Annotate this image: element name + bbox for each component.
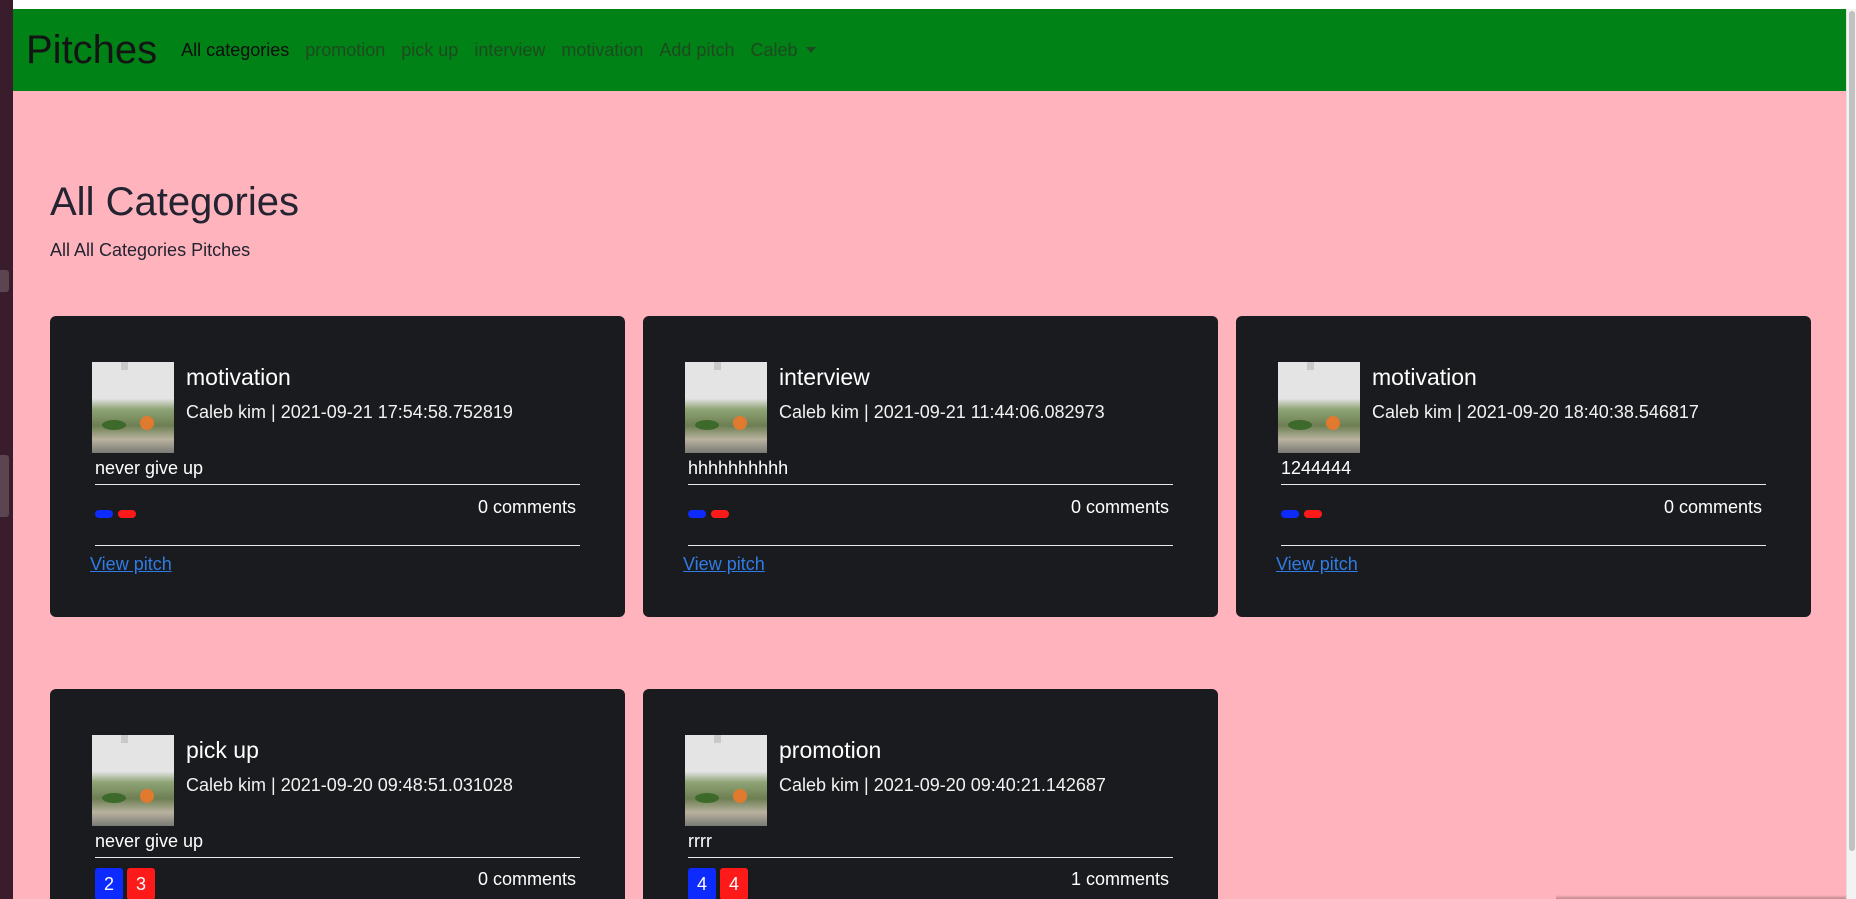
nav-link-interview[interactable]: interview [474,40,545,61]
pitch-body: hhhhhhhhhh [688,458,789,478]
comment-count: 1 comments [1070,869,1169,889]
brand-logo-link[interactable]: Pitches [26,30,157,70]
pitch-category: promotion [779,737,882,763]
divider [688,484,1173,485]
upvote-button[interactable] [1281,510,1299,518]
pitch-card: pick up Caleb kim | 2021-09-20 09:48:51.… [50,689,625,899]
divider [1281,484,1766,485]
window-shadow [1556,895,1846,899]
pitch-image [685,735,767,826]
downvote-button[interactable]: 3 [127,868,155,899]
view-pitch-link[interactable]: View pitch [90,554,172,575]
pitch-card: promotion Caleb kim | 2021-09-20 09:40:2… [643,689,1218,899]
pitch-category: pick up [186,737,259,763]
user-dropdown-toggle[interactable]: Caleb [750,40,815,61]
downvote-button[interactable]: 4 [720,868,748,899]
vote-group: 23 [95,868,159,899]
divider [688,857,1173,858]
page-subtitle: All All Categories Pitches [50,240,251,260]
pitch-body: never give up [95,458,204,478]
pitch-author-date: Caleb kim | 2021-09-20 09:48:51.031028 [186,775,513,795]
pitch-card: motivation Caleb kim | 2021-09-21 17:54:… [50,316,625,617]
navbar: Pitches All categories promotion pick up… [13,9,1846,91]
pitch-body: 1244444 [1281,458,1352,478]
upvote-button[interactable]: 2 [95,868,123,899]
dock-marker [0,270,9,292]
view-pitch-link[interactable]: View pitch [683,554,765,575]
nav-link-motivation[interactable]: motivation [561,40,643,61]
downvote-button[interactable] [711,510,729,518]
window-top-edge [13,0,1856,9]
pitch-body: rrrr [688,831,712,851]
comment-count: 0 comments [1070,497,1169,517]
divider [688,545,1173,546]
upvote-button[interactable] [95,510,113,518]
vote-group [95,505,141,523]
pitch-category: interview [779,364,870,390]
scrollbar-thumb[interactable] [1849,11,1855,851]
pitch-body: never give up [95,831,204,851]
nav-link-add-pitch[interactable]: Add pitch [659,40,734,61]
pitch-image [685,362,767,453]
vote-group [688,505,734,523]
pitch-author-date: Caleb kim | 2021-09-20 09:40:21.142687 [779,775,1106,795]
upvote-button[interactable]: 4 [688,868,716,899]
pitch-category: motivation [186,364,291,390]
divider [95,545,580,546]
pitch-card: motivation Caleb kim | 2021-09-20 18:40:… [1236,316,1811,617]
divider [95,484,580,485]
downvote-button[interactable] [1304,510,1322,518]
comment-count: 0 comments [477,869,576,889]
upvote-button[interactable] [688,510,706,518]
pitch-image [1278,362,1360,453]
comment-count: 0 comments [1663,497,1762,517]
pitch-author-date: Caleb kim | 2021-09-21 11:44:06.082973 [779,402,1105,422]
desktop-side-strip [0,0,13,899]
pitch-category: motivation [1372,364,1477,390]
pitch-image [92,362,174,453]
divider [1281,545,1766,546]
pitch-image [92,735,174,826]
vote-group: 44 [688,868,752,899]
pitch-card: interview Caleb kim | 2021-09-21 11:44:0… [643,316,1218,617]
page-scrollbar[interactable] [1846,9,1856,899]
view-pitch-link[interactable]: View pitch [1276,554,1358,575]
nav-link-pick-up[interactable]: pick up [401,40,458,61]
divider [95,857,580,858]
comment-count: 0 comments [477,497,576,517]
nav-link-promotion[interactable]: promotion [305,40,385,61]
pitch-author-date: Caleb kim | 2021-09-20 18:40:38.546817 [1372,402,1699,422]
page-title: All Categories [50,180,300,224]
nav-link-all-categories[interactable]: All categories [181,40,289,61]
pitch-author-date: Caleb kim | 2021-09-21 17:54:58.752819 [186,402,513,422]
vote-group [1281,505,1327,523]
dock-marker [0,455,9,517]
downvote-button[interactable] [118,510,136,518]
